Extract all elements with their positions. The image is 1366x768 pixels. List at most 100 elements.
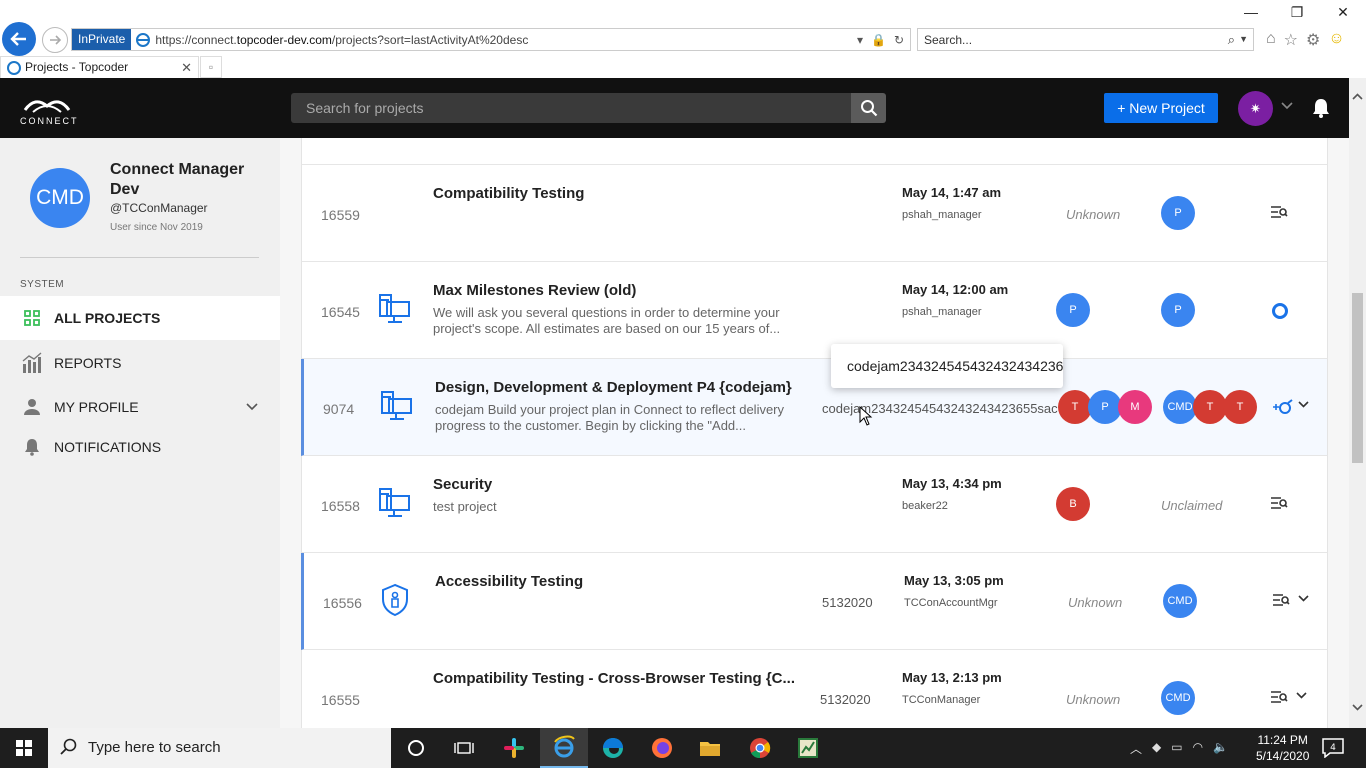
- chrome-icon[interactable]: [736, 728, 784, 768]
- avatar[interactable]: P: [1161, 293, 1195, 327]
- battery-icon[interactable]: ▭: [1171, 740, 1182, 757]
- project-updated-by: TCConManager: [902, 694, 981, 706]
- slack-icon[interactable]: [490, 728, 538, 768]
- address-bar[interactable]: InPrivate https://connect.topcoder-dev.c…: [71, 28, 911, 51]
- add-member-icon[interactable]: [1272, 399, 1294, 420]
- app-header: CONNECT Search for projects + New Projec…: [0, 78, 1366, 138]
- avatar[interactable]: T: [1223, 390, 1257, 424]
- close-window-button[interactable]: ✕: [1320, 4, 1366, 21]
- table-row[interactable]: 16545 Max Milestones Review (old) We wil…: [301, 262, 1328, 359]
- project-search-input[interactable]: Search for projects: [291, 93, 851, 123]
- start-button[interactable]: [0, 728, 48, 768]
- vertical-scrollbar[interactable]: [1349, 78, 1366, 728]
- user-avatar[interactable]: ✷: [1238, 91, 1273, 126]
- address-dropdown-icon[interactable]: ▾: [857, 33, 863, 47]
- avatar[interactable]: CMD: [1163, 584, 1197, 618]
- smiley-feedback-icon[interactable]: ☺: [1328, 30, 1344, 50]
- forward-button[interactable]: [42, 27, 68, 53]
- new-project-button[interactable]: + New Project: [1104, 93, 1218, 123]
- action-center-icon[interactable]: 4: [1322, 738, 1344, 763]
- chevron-down-icon[interactable]: [1296, 690, 1307, 702]
- mouse-cursor-icon: [859, 405, 873, 431]
- avatar[interactable]: CMD: [1163, 390, 1197, 424]
- review-list-icon[interactable]: [1270, 496, 1288, 515]
- internet-explorer-icon[interactable]: [540, 728, 588, 768]
- avatar[interactable]: CMD: [1161, 681, 1195, 715]
- desktop-icon: [380, 389, 416, 425]
- wifi-icon[interactable]: ◠: [1193, 740, 1203, 757]
- browser-tab[interactable]: Projects - Topcoder ✕: [0, 56, 199, 78]
- project-title[interactable]: Max Milestones Review (old): [433, 282, 636, 299]
- browser-search-icon[interactable]: ⌕: [1228, 32, 1235, 48]
- clock-time: 11:24 PM: [1257, 733, 1308, 747]
- table-row[interactable]: 16555 Compatibility Testing - Cross-Brow…: [301, 650, 1328, 728]
- connect-logo[interactable]: CONNECT: [20, 96, 77, 126]
- close-tab-icon[interactable]: ✕: [181, 60, 192, 76]
- svg-text:4: 4: [1330, 743, 1336, 753]
- sidebar-item-all-projects[interactable]: ALL PROJECTS: [0, 296, 280, 340]
- task-view-icon[interactable]: [440, 728, 488, 768]
- profile-name: Connect Manager Dev: [110, 161, 245, 198]
- taskbar-clock[interactable]: 11:24 PM 5/14/2020: [1256, 732, 1309, 764]
- project-title[interactable]: Design, Development & Deployment P4 {cod…: [435, 379, 792, 396]
- avatar[interactable]: P: [1056, 293, 1090, 327]
- back-button[interactable]: [2, 22, 36, 56]
- show-hidden-icons-icon[interactable]: ︿: [1130, 740, 1142, 757]
- review-list-icon[interactable]: [1270, 690, 1288, 709]
- browser-search-input[interactable]: Search... ⌕ ▼: [917, 28, 1254, 51]
- table-row[interactable]: 16559 Compatibility Testing May 14, 1:47…: [301, 165, 1328, 262]
- table-row[interactable]: 16558 Security test project May 13, 4:34…: [301, 456, 1328, 553]
- project-title[interactable]: Compatibility Testing: [433, 185, 584, 202]
- dropbox-icon[interactable]: ◆: [1152, 740, 1161, 757]
- avatar[interactable]: B: [1056, 487, 1090, 521]
- chevron-down-icon[interactable]: [1298, 593, 1309, 605]
- scroll-up-icon[interactable]: [1352, 92, 1363, 103]
- taskbar-search-input[interactable]: Type here to search: [48, 728, 391, 768]
- home-icon[interactable]: ⌂: [1266, 30, 1276, 50]
- avatar[interactable]: T: [1058, 390, 1092, 424]
- avatar[interactable]: P: [1088, 390, 1122, 424]
- project-title[interactable]: Compatibility Testing - Cross-Browser Te…: [433, 670, 795, 687]
- file-explorer-icon[interactable]: [686, 728, 734, 768]
- search-icon: [860, 100, 877, 117]
- review-list-icon[interactable]: [1272, 593, 1290, 612]
- table-row[interactable]: [301, 138, 1328, 165]
- project-updated-by: pshah_manager: [902, 209, 982, 221]
- scroll-down-icon[interactable]: [1352, 703, 1363, 714]
- project-title[interactable]: Security: [433, 476, 492, 493]
- grid-icon: [20, 306, 44, 330]
- volume-icon[interactable]: 🔈: [1213, 740, 1228, 757]
- scrollbar-thumb[interactable]: [1352, 293, 1363, 463]
- sidebar-item-reports[interactable]: REPORTS: [0, 341, 280, 385]
- firefox-icon[interactable]: [638, 728, 686, 768]
- table-row[interactable]: 9074 Design, Development & Deployment P4…: [301, 359, 1328, 456]
- avatar[interactable]: P: [1161, 196, 1195, 230]
- favorites-star-icon[interactable]: ☆: [1284, 30, 1298, 50]
- avatar[interactable]: T: [1193, 390, 1227, 424]
- chevron-down-icon[interactable]: [1298, 399, 1309, 411]
- cortana-icon[interactable]: [392, 728, 440, 768]
- table-row[interactable]: 16556 Accessibility Testing 5132020 May …: [301, 553, 1328, 650]
- notifications-bell-icon[interactable]: [1312, 98, 1330, 123]
- refresh-icon[interactable]: ↻: [894, 33, 904, 47]
- sidebar-item-my-profile[interactable]: MY PROFILE: [0, 385, 280, 429]
- settings-gear-icon[interactable]: ⚙: [1306, 30, 1320, 50]
- new-tab-button[interactable]: ▫: [200, 56, 222, 78]
- profile-avatar[interactable]: CMD: [30, 168, 90, 228]
- review-list-icon[interactable]: [1270, 205, 1288, 224]
- project-title[interactable]: Accessibility Testing: [435, 573, 583, 590]
- edge-icon[interactable]: [589, 728, 637, 768]
- project-id: 16558: [321, 498, 360, 514]
- project-id: 9074: [323, 401, 355, 417]
- avatar[interactable]: M: [1118, 390, 1152, 424]
- user-menu-chevron-icon[interactable]: [1281, 99, 1293, 113]
- lock-icon[interactable]: 🔒: [871, 33, 886, 47]
- chevron-down-icon[interactable]: [246, 400, 258, 414]
- minimize-button[interactable]: —: [1228, 4, 1274, 21]
- spreadsheet-app-icon[interactable]: [784, 728, 832, 768]
- project-search-button[interactable]: [851, 93, 886, 123]
- browser-search-dropdown-icon[interactable]: ▼: [1239, 34, 1248, 44]
- sidebar-item-notifications[interactable]: NOTIFICATIONS: [0, 425, 280, 469]
- project-reference: codejam23432454543243243423655sac: [822, 401, 1058, 416]
- restore-button[interactable]: ❐: [1274, 4, 1320, 21]
